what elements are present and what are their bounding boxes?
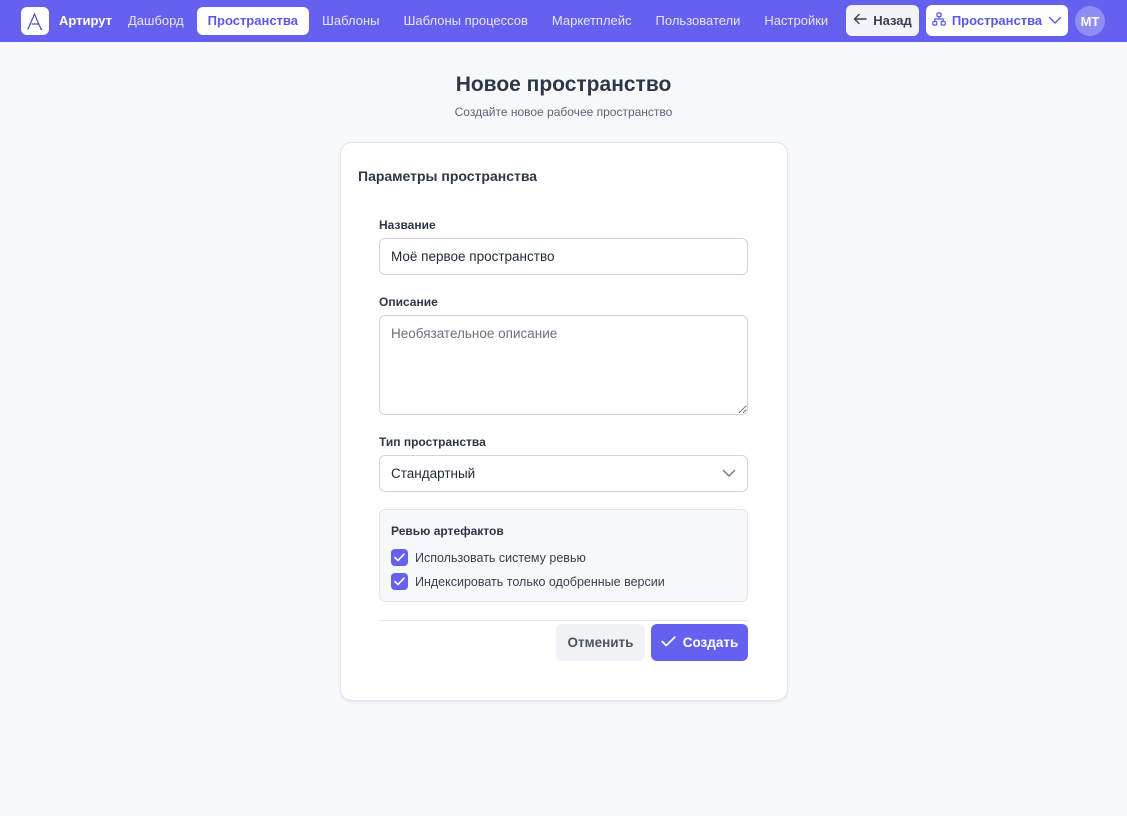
workspace-switcher[interactable]: Пространства	[926, 5, 1068, 36]
review-panel-title: Ревью артефактов	[391, 524, 504, 538]
main-nav: Дашборд Пространства Шаблоны Шаблоны про…	[117, 7, 841, 35]
user-avatar[interactable]: МТ	[1075, 6, 1105, 36]
hierarchy-icon	[932, 12, 946, 29]
create-button-label: Создать	[682, 635, 739, 650]
nav-item-settings[interactable]: Настройки	[753, 7, 839, 35]
name-label: Название	[379, 218, 436, 232]
space-settings-card: Параметры пространства Название Описание…	[340, 142, 788, 701]
chevron-down-icon	[1048, 13, 1062, 28]
use-review-system-checkbox[interactable]	[391, 549, 408, 566]
nav-item-dashboard[interactable]: Дашборд	[117, 7, 195, 35]
space-type-label: Тип пространства	[379, 435, 486, 449]
card-title: Параметры пространства	[358, 168, 538, 184]
nav-item-process-templates[interactable]: Шаблоны процессов	[392, 7, 538, 35]
index-approved-only-option[interactable]: Индексировать только одобренные версии	[391, 573, 665, 590]
brand-name[interactable]: Артирут	[59, 13, 112, 28]
artifact-review-panel: Ревью артефактов Использовать систему ре…	[379, 509, 748, 602]
index-approved-only-checkbox[interactable]	[391, 573, 408, 590]
back-button-label: Назад	[873, 13, 912, 28]
arrow-left-icon	[853, 13, 867, 28]
name-input[interactable]	[379, 238, 748, 275]
check-icon	[394, 573, 405, 591]
page-title: Новое пространство	[455, 73, 672, 96]
nav-item-marketplace[interactable]: Маркетплейс	[541, 7, 643, 35]
workspace-switcher-label: Пространства	[951, 13, 1043, 28]
use-review-system-option[interactable]: Использовать систему ревью	[391, 549, 586, 566]
nav-item-users[interactable]: Пользователи	[645, 7, 752, 35]
logo-icon[interactable]	[21, 7, 49, 35]
chevron-down-icon	[722, 466, 736, 481]
create-button[interactable]: Создать	[651, 624, 748, 661]
top-navigation-bar: Артирут Дашборд Пространства Шаблоны Шаб…	[0, 0, 1127, 42]
nav-item-spaces[interactable]: Пространства	[196, 7, 309, 35]
page-subtitle: Создайте новое рабочее пространство	[454, 105, 673, 119]
check-icon	[661, 635, 676, 650]
use-review-system-label: Использовать систему ревью	[415, 550, 586, 565]
cancel-button[interactable]: Отменить	[556, 624, 645, 661]
nav-item-templates[interactable]: Шаблоны	[311, 7, 391, 35]
index-approved-only-label: Индексировать только одобренные версии	[415, 574, 665, 589]
space-type-select[interactable]: Стандартный	[379, 455, 748, 492]
description-label: Описание	[379, 295, 438, 309]
form-divider	[379, 620, 748, 621]
description-textarea[interactable]	[379, 315, 748, 415]
check-icon	[394, 549, 405, 567]
space-type-value: Стандартный	[391, 466, 476, 481]
back-button[interactable]: Назад	[846, 5, 919, 36]
